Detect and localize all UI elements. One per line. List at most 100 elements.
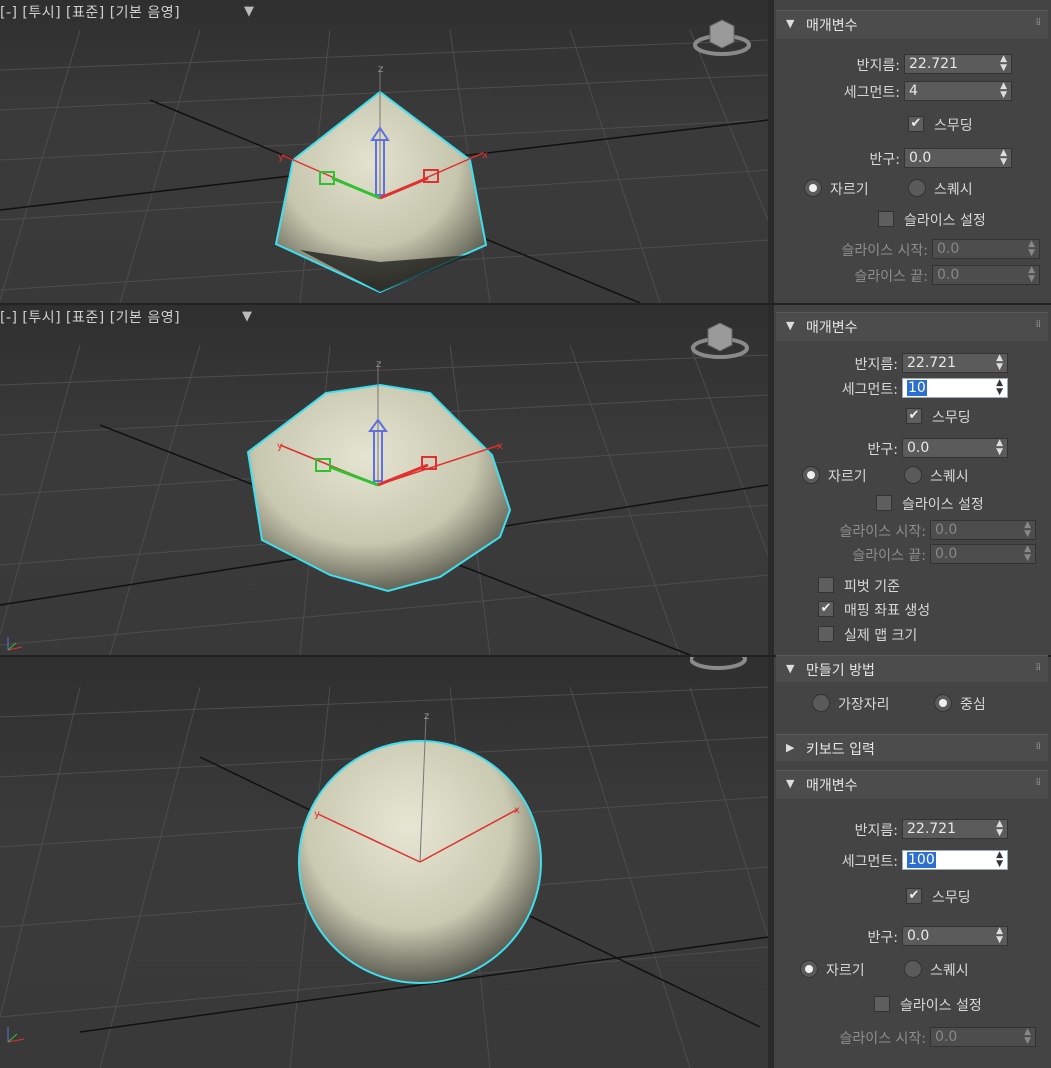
spinner-arrows-icon[interactable]: ▲ ▼ (1028, 266, 1035, 284)
spinner-arrows-icon[interactable]: ▲ ▼ (996, 927, 1003, 945)
rollout-parameters-2[interactable]: ▼ 매개변수 ⁞⁞ (776, 312, 1048, 341)
squash-label: 스퀘시 (930, 963, 969, 979)
viewport-2[interactable]: y x z [-] [투시] [표준] [기본 음영] ▼ (0, 305, 768, 655)
gizmo-x-label: x (482, 150, 488, 161)
spinner-arrows-icon[interactable]: ▲ ▼ (996, 439, 1003, 457)
squash-radio[interactable] (908, 179, 926, 197)
smooth-label: 스무딩 (934, 118, 973, 134)
drag-grip-icon[interactable]: ⁞⁞ (1036, 662, 1041, 673)
smooth-checkbox[interactable]: ✔ (906, 888, 922, 904)
segments-spinner[interactable]: 10 ▲ ▼ (902, 378, 1008, 398)
spinner-arrows-icon[interactable]: ▲ ▼ (996, 820, 1003, 838)
drag-grip-icon[interactable]: ⁞⁞ (1036, 741, 1041, 752)
hemisphere-spinner[interactable]: 0.0 ▲ ▼ (902, 926, 1008, 946)
spinner-arrows-icon[interactable]: ▲ ▼ (1000, 55, 1007, 73)
slice-from-spinner[interactable]: 0.0 ▲ ▼ (930, 520, 1036, 540)
spinner-arrows-icon[interactable]: ▲ ▼ (1000, 149, 1007, 167)
slice-from-label: 슬라이스 시작: (839, 524, 926, 540)
drag-grip-icon[interactable]: ⁞⁞ (1036, 17, 1041, 28)
rollout-title: 매개변수 (806, 320, 858, 336)
slice-on-checkbox[interactable] (878, 211, 894, 227)
segments-label: 세그먼트: (841, 854, 898, 870)
gen-mapping-label: 매핑 좌표 생성 (844, 603, 931, 619)
segments-spinner[interactable]: 100 ▲ ▼ (902, 850, 1008, 870)
squash-radio[interactable] (904, 960, 922, 978)
viewport-3[interactable]: y x z (0, 657, 768, 1068)
chop-radio[interactable] (804, 179, 822, 197)
radius-label: 반지름: (854, 823, 898, 839)
radius-spinner[interactable]: 22.721 ▲ ▼ (902, 353, 1008, 373)
slice-on-checkbox[interactable] (874, 996, 890, 1012)
radius-spinner[interactable]: 22.721 ▲ ▼ (904, 54, 1012, 74)
smooth-label: 스무딩 (932, 890, 971, 906)
slice-from-spinner[interactable]: 0.0 ▲ ▼ (932, 239, 1040, 259)
collapse-triangle-icon: ▼ (786, 662, 795, 675)
chop-radio[interactable] (802, 466, 820, 484)
gen-mapping-checkbox[interactable]: ✔ (818, 601, 834, 617)
base-to-pivot-checkbox[interactable] (818, 577, 834, 593)
radius-spinner[interactable]: 22.721 ▲ ▼ (902, 819, 1008, 839)
spinner-arrows-icon[interactable]: ▲ ▼ (1024, 521, 1031, 539)
slice-from-label: 슬라이스 시작: (841, 243, 928, 259)
slice-from-spinner[interactable]: 0.0 ▲ ▼ (930, 1027, 1036, 1047)
spinner-arrows-icon[interactable]: ▲ ▼ (996, 851, 1003, 869)
drag-grip-icon[interactable]: ⁞⁞ (1036, 319, 1041, 330)
rollout-parameters-3[interactable]: ▼ 매개변수 ⁞⁞ (776, 770, 1048, 799)
real-world-map-checkbox[interactable] (818, 626, 834, 642)
chop-radio[interactable] (800, 960, 818, 978)
radius-label: 반지름: (854, 357, 898, 373)
spinner-arrows-icon[interactable]: ▲ ▼ (1024, 1028, 1031, 1046)
base-to-pivot-label: 피벗 기준 (844, 579, 900, 595)
spinner-arrows-icon[interactable]: ▲ ▼ (1024, 545, 1031, 563)
slice-on-label: 슬라이스 설정 (904, 213, 986, 229)
spinner-arrows-icon[interactable]: ▲ ▼ (1028, 240, 1035, 258)
slice-to-spinner[interactable]: 0.0 ▲ ▼ (932, 265, 1040, 285)
edge-radio[interactable] (812, 694, 830, 712)
squash-label: 스퀘시 (934, 182, 973, 198)
filter-icon[interactable]: ▼ (244, 4, 254, 19)
rollout-parameters-1[interactable]: ▼ 매개변수 ⁞⁞ (776, 10, 1048, 39)
viewcube-icon[interactable] (690, 657, 750, 677)
slice-from-label: 슬라이스 시작: (839, 1031, 926, 1047)
segments-label: 세그먼트: (841, 382, 898, 398)
slice-on-checkbox[interactable] (876, 495, 892, 511)
gizmo-y-label: y (314, 809, 320, 820)
drag-grip-icon[interactable]: ⁞⁞ (1036, 777, 1041, 788)
spinner-arrows-icon[interactable]: ▲ ▼ (996, 354, 1003, 372)
viewcube-icon[interactable] (690, 317, 750, 363)
smooth-checkbox[interactable]: ✔ (908, 116, 924, 132)
slice-to-label: 슬라이스 끝: (854, 269, 928, 285)
hemisphere-label: 반구: (867, 930, 898, 946)
viewport-2-label[interactable]: [-] [투시] [표준] [기본 음영] (0, 307, 180, 327)
rollout-title: 매개변수 (806, 18, 858, 34)
viewport-1[interactable]: y x z [-] [투시] [표준] [기본 음영] ▼ (0, 0, 768, 303)
squash-radio[interactable] (904, 466, 922, 484)
spinner-arrows-icon[interactable]: ▲ ▼ (996, 379, 1003, 397)
chop-label: 자르기 (828, 469, 867, 485)
slice-to-label: 슬라이스 끝: (852, 548, 926, 564)
hemisphere-spinner[interactable]: 0.0 ▲ ▼ (902, 438, 1008, 458)
chop-label: 자르기 (830, 182, 869, 198)
hemisphere-label: 반구: (867, 442, 898, 458)
gizmo-z-label: z (378, 64, 383, 75)
rollout-keyboard-entry[interactable]: ▶ 키보드 입력 ⁞⁞ (776, 734, 1048, 761)
collapse-triangle-icon: ▼ (786, 17, 795, 30)
spinner-arrows-icon[interactable]: ▲ ▼ (1000, 82, 1007, 100)
segments-label: 세그먼트: (843, 85, 900, 101)
hemisphere-label: 반구: (869, 152, 900, 168)
segments-spinner[interactable]: 4 ▲ ▼ (904, 81, 1012, 101)
hemisphere-spinner[interactable]: 0.0 ▲ ▼ (904, 148, 1012, 168)
slice-to-spinner[interactable]: 0.0 ▲ ▼ (930, 544, 1036, 564)
gizmo-z-label: z (424, 711, 429, 722)
collapse-triangle-icon: ▼ (786, 319, 795, 332)
smooth-checkbox[interactable]: ✔ (906, 408, 922, 424)
center-radio[interactable] (934, 694, 952, 712)
filter-icon[interactable]: ▼ (242, 309, 252, 324)
gizmo-z-label: z (376, 359, 381, 370)
viewport-1-label[interactable]: [-] [투시] [표준] [기본 음영] (0, 2, 180, 22)
gizmo-x-label: x (497, 441, 503, 452)
viewcube-icon[interactable] (692, 14, 752, 60)
slice-on-label: 슬라이스 설정 (900, 998, 982, 1014)
viewport-2-scene: y x z (0, 344, 768, 655)
rollout-creation-method[interactable]: ▼ 만들기 방법 ⁞⁞ (776, 655, 1048, 682)
